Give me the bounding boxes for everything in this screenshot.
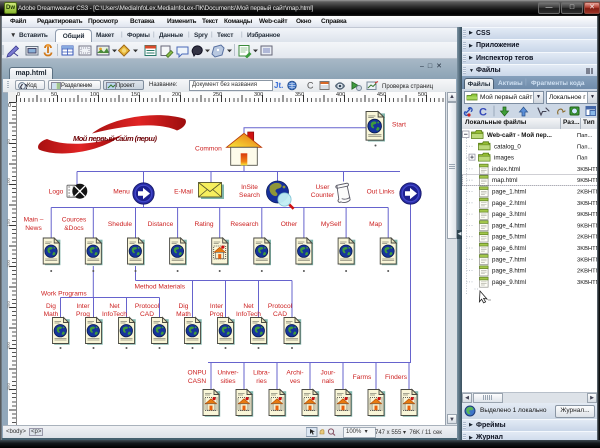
svg-text:Пап...: Пап... (577, 133, 593, 139)
svg-text:index.html: index.html (492, 165, 520, 172)
svg-text:3KB: 3KB (577, 246, 588, 252)
svg-text:Protocol: Protocol (268, 303, 293, 310)
svg-text:CAD: CAD (140, 311, 154, 318)
svg-text:nals: nals (322, 378, 335, 385)
svg-text:Dig: Dig (46, 303, 56, 310)
svg-text:9KB: 9KB (577, 223, 588, 229)
svg-text:Мой первый сайт (перш): Мой первый сайт (перш) (73, 134, 158, 143)
svg-text:Menu: Menu (113, 189, 130, 196)
svg-text:page_2.html: page_2.html (492, 199, 526, 206)
svg-text:page_4.html: page_4.html (492, 222, 526, 229)
svg-text:Search: Search (239, 192, 260, 199)
svg-text:C: C (307, 81, 314, 91)
svg-text:map.html: map.html (492, 177, 517, 184)
svg-text:Common: Common (195, 146, 222, 153)
svg-text:Distance: Distance (148, 221, 174, 228)
svg-text:catalog_0: catalog_0 (494, 143, 521, 150)
svg-text:News: News (25, 225, 42, 232)
svg-text:ves: ves (290, 378, 301, 385)
svg-text:Counter: Counter (311, 192, 335, 199)
svg-text:Shedule: Shedule (108, 221, 133, 228)
svg-text:Prog: Prog (210, 311, 224, 318)
svg-text:2KB: 2KB (577, 234, 588, 240)
svg-text:page_1.html: page_1.html (492, 188, 526, 195)
svg-text:Other: Other (281, 221, 298, 228)
svg-text:Prog: Prog (76, 311, 90, 318)
svg-text:2KB: 2KB (577, 268, 588, 274)
svg-text:Work Programs: Work Programs (41, 291, 87, 298)
svg-text:InSite: InSite (241, 184, 258, 191)
svg-text:Method Materials: Method Materials (135, 284, 186, 291)
svg-text:InfoTech: InfoTech (236, 311, 261, 318)
svg-text:Univer-: Univer- (217, 370, 238, 377)
svg-text:E-Mail: E-Mail (174, 189, 193, 196)
svg-text:Net: Net (109, 303, 119, 310)
svg-text:page_3.html: page_3.html (492, 211, 526, 218)
svg-text:MySelf: MySelf (321, 221, 341, 228)
svg-text:ONPU: ONPU (187, 370, 206, 377)
svg-text:CAD: CAD (273, 311, 287, 318)
svg-text:Rating: Rating (194, 221, 213, 228)
svg-text:9KB: 9KB (577, 212, 588, 218)
svg-text:Jour-: Jour- (320, 370, 335, 377)
svg-text:Start: Start (392, 122, 406, 129)
svg-text:Cources: Cources (62, 217, 87, 224)
svg-text:sities: sities (220, 378, 236, 385)
svg-text:3KB: 3KB (577, 200, 588, 206)
svg-text:ries: ries (256, 378, 267, 385)
svg-text:Out Links: Out Links (367, 189, 396, 196)
svg-text:Main –: Main – (24, 217, 44, 224)
svg-text:Math: Math (44, 311, 59, 318)
svg-text:Farms: Farms (353, 374, 372, 381)
svg-text:Jt.: Jt. (274, 81, 283, 90)
svg-text:❮❯: ❮❯ (19, 83, 27, 90)
svg-text:3KB: 3KB (577, 166, 588, 172)
svg-text:Inter: Inter (210, 303, 224, 310)
svg-text:page_8.html: page_8.html (492, 267, 526, 274)
svg-text:Research: Research (230, 221, 259, 228)
svg-text:Libra-: Libra- (253, 370, 270, 377)
svg-text:Net: Net (243, 303, 253, 310)
svg-text:images: images (494, 154, 514, 161)
svg-text:Проверка страниц: Проверка страниц (382, 84, 434, 90)
svg-text:InfoTech: InfoTech (102, 311, 127, 318)
svg-text:2KB: 2KB (577, 189, 588, 195)
svg-text:Finders: Finders (385, 374, 408, 381)
svg-text:Map: Map (369, 221, 382, 228)
svg-text:Dig: Dig (179, 303, 189, 310)
svg-text:Logo: Logo (49, 189, 64, 196)
svg-text:9KB: 9KB (577, 178, 588, 184)
svg-text:CASN: CASN (188, 378, 207, 385)
svg-text:page_6.html: page_6.html (492, 245, 526, 252)
svg-text:User: User (316, 184, 331, 191)
svg-text:Inter: Inter (76, 303, 90, 310)
svg-text:Protocol: Protocol (135, 303, 160, 310)
svg-text:Web-сайт - Мой пер...: Web-сайт - Мой пер... (487, 132, 552, 139)
svg-text:Archi-: Archi- (286, 370, 303, 377)
svg-text:page_5.html: page_5.html (492, 233, 526, 240)
svg-text:Math: Math (176, 311, 191, 318)
svg-text:page_7.html: page_7.html (492, 256, 526, 263)
svg-text:3KB: 3KB (577, 257, 588, 263)
svg-text:&Docs: &Docs (64, 225, 84, 232)
svg-text:C: C (479, 106, 487, 118)
svg-text:Пап...: Пап... (577, 144, 593, 150)
svg-text:Пап: Пап (577, 155, 588, 161)
svg-text:page_9.html: page_9.html (492, 278, 526, 285)
svg-text:3KB: 3KB (577, 279, 588, 285)
